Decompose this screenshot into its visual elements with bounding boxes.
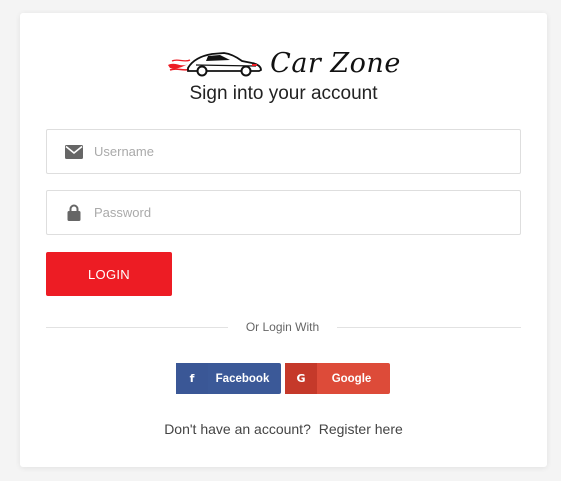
google-login-button[interactable]: G Google xyxy=(285,363,390,394)
google-icon: G xyxy=(285,363,317,394)
page-title: Sign into your account xyxy=(189,83,378,104)
google-label: Google xyxy=(331,372,372,385)
envelope-icon xyxy=(64,142,84,162)
facebook-label: Facebook xyxy=(215,372,270,385)
login-card: Car Zone Sign into your account LOGIN Or… xyxy=(20,13,547,467)
lock-icon xyxy=(64,203,84,223)
car-logo-icon xyxy=(168,52,263,77)
register-row: Don't have an account? Register here xyxy=(20,421,547,437)
password-field[interactable] xyxy=(46,190,521,235)
facebook-icon: f xyxy=(176,363,208,394)
divider-line-left xyxy=(46,327,228,328)
register-link[interactable]: Register here xyxy=(319,421,403,437)
register-prompt: Don't have an account? xyxy=(164,421,311,437)
password-input[interactable] xyxy=(94,205,520,220)
divider-line-right xyxy=(337,327,521,328)
brand-name: Car Zone xyxy=(270,47,401,79)
brand-logo: Car Zone xyxy=(20,43,547,83)
username-input[interactable] xyxy=(94,144,520,159)
login-button[interactable]: LOGIN xyxy=(46,252,172,296)
facebook-login-button[interactable]: f Facebook xyxy=(176,363,281,394)
divider-text: Or Login With xyxy=(245,320,320,334)
username-field[interactable] xyxy=(46,129,521,174)
